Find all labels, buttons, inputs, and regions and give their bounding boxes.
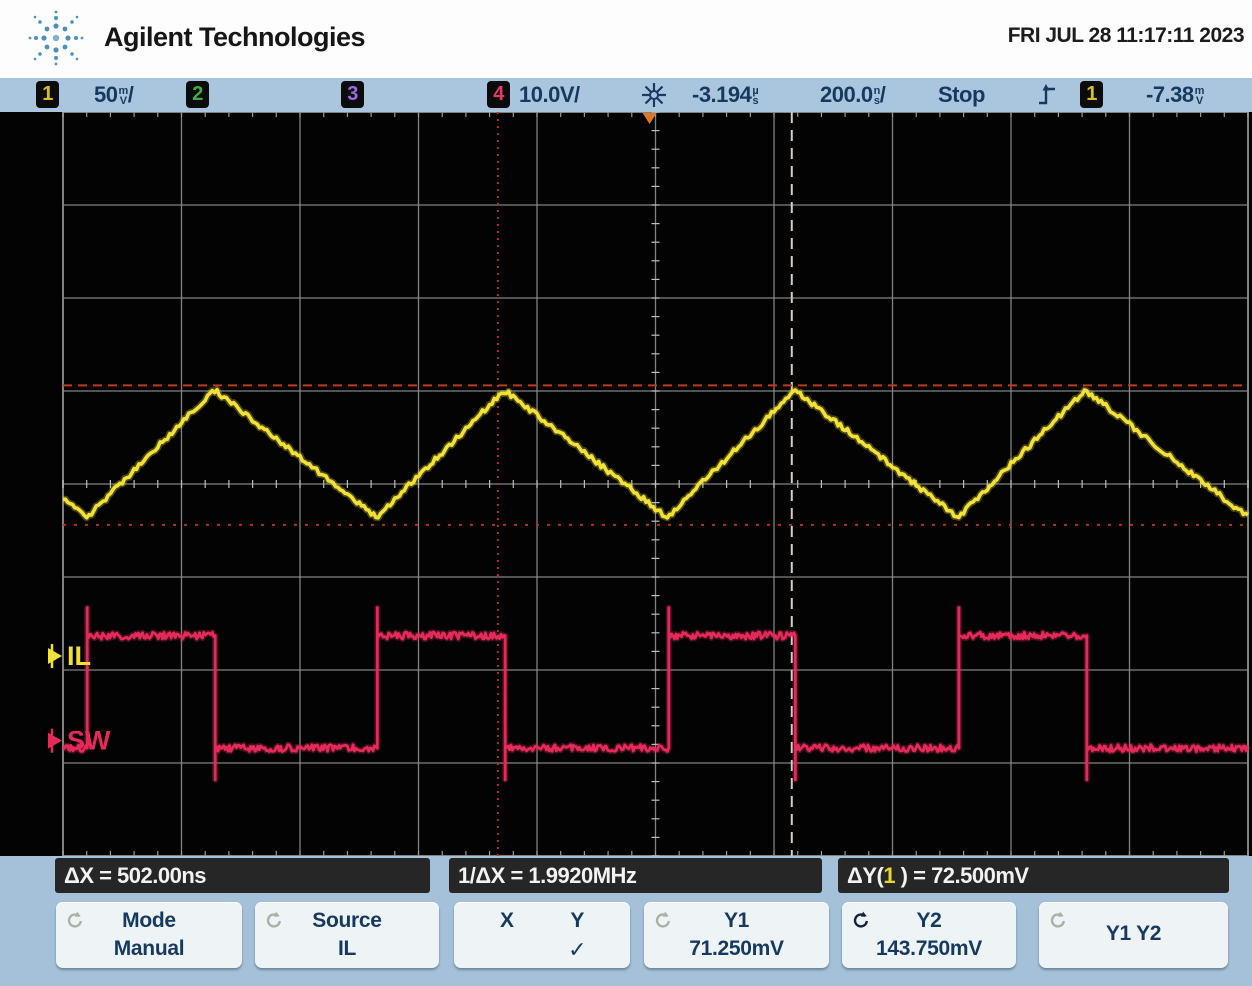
status-bar: 1 50mV/ 2 3 4 10.0V/ -3.194µs 200.0ns/ S…	[0, 78, 1252, 112]
header: Agilent Technologies FRI JUL 28 11:17:11…	[0, 0, 1252, 78]
datetime-display: FRI JUL 28 11:17:11 2023	[1008, 24, 1244, 48]
channel3-badge[interactable]: 3	[341, 81, 364, 108]
acquisition-status: Stop	[938, 82, 985, 108]
trigger-level-value: -7.38	[1146, 82, 1194, 107]
softkey-y1y2[interactable]: Y1 Y2	[1039, 902, 1228, 968]
delay-value: -3.194	[692, 82, 751, 107]
scope-canvas: IL SW	[0, 112, 1252, 856]
timebase-value: 200.0	[820, 82, 873, 107]
channel1-badge[interactable]: 1	[36, 81, 59, 108]
oscilloscope-screen: Agilent Technologies FRI JUL 28 11:17:11…	[0, 0, 1252, 986]
inverse-delta-x-readout: 1/ΔX = 1.9920MHz	[449, 858, 822, 893]
agilent-logo-icon	[26, 8, 90, 70]
bottom-panel: ΔX = 502.00ns 1/ΔX = 1.9920MHz ΔY(1 ) = …	[0, 856, 1252, 986]
softkey-value: IL	[255, 937, 439, 961]
x-cursor-label: X	[500, 909, 514, 933]
channel1-scale-suffix: /	[128, 82, 134, 107]
softkey-value: 143.750mV	[842, 937, 1016, 961]
delta-y-readout: ΔY(1 ) = 72.500mV	[838, 858, 1229, 893]
timebase-suffix: /	[880, 82, 886, 107]
channel1-scale[interactable]: 50mV/	[94, 82, 133, 108]
delay-readout[interactable]: -3.194µs	[692, 82, 758, 108]
channel1-scale-unit: mV	[118, 86, 127, 106]
channel-label-sw: SW	[67, 726, 111, 756]
channel-label-il: IL	[67, 641, 91, 671]
ground-marker-il[interactable]	[48, 648, 62, 664]
softkey-label: Y2	[842, 909, 1016, 933]
edge-trigger-icon	[1036, 81, 1058, 109]
checkmark-icon: ✓	[568, 937, 586, 963]
delta-y-suffix: ) = 72.500mV	[895, 863, 1029, 888]
delta-y-channel: 1	[883, 863, 895, 888]
delta-y-prefix: ΔY(	[847, 863, 883, 888]
ground-marker-sw[interactable]	[48, 733, 62, 749]
channel2-badge[interactable]: 2	[186, 81, 209, 108]
softkey-y1[interactable]: Y1 71.250mV	[644, 902, 829, 968]
brand-title: Agilent Technologies	[104, 22, 365, 53]
softkey-value: 71.250mV	[644, 937, 829, 961]
softkey-value: Manual	[56, 937, 242, 961]
delay-unit: µs	[752, 86, 758, 106]
trigger-level-readout[interactable]: -7.38mV	[1146, 82, 1204, 108]
waveform-display-area: IL SW	[0, 112, 1252, 856]
softkey-source[interactable]: Source IL	[255, 902, 439, 968]
delta-x-readout: ΔX = 502.00ns	[55, 858, 430, 893]
softkey-mode[interactable]: Mode Manual	[56, 902, 242, 968]
brightness-icon	[640, 81, 668, 109]
channel4-scale[interactable]: 10.0V/	[519, 82, 580, 108]
y-cursor-label: Y	[570, 909, 584, 933]
softkey-xy[interactable]: X Y ✓	[454, 902, 630, 968]
trigger-source-badge[interactable]: 1	[1080, 81, 1103, 108]
trigger-position-marker[interactable]	[643, 113, 657, 124]
channel1-scale-value: 50	[94, 82, 117, 107]
trigger-level-unit: mV	[1195, 86, 1204, 106]
softkey-label: Mode	[56, 909, 242, 933]
channel4-badge[interactable]: 4	[487, 81, 510, 108]
softkey-y2[interactable]: Y2 143.750mV	[842, 902, 1016, 968]
timebase-readout[interactable]: 200.0ns/	[820, 82, 885, 108]
softkey-label: Source	[255, 909, 439, 933]
softkey-label: Y1	[644, 909, 829, 933]
softkey-label: Y1 Y2	[1039, 922, 1228, 946]
